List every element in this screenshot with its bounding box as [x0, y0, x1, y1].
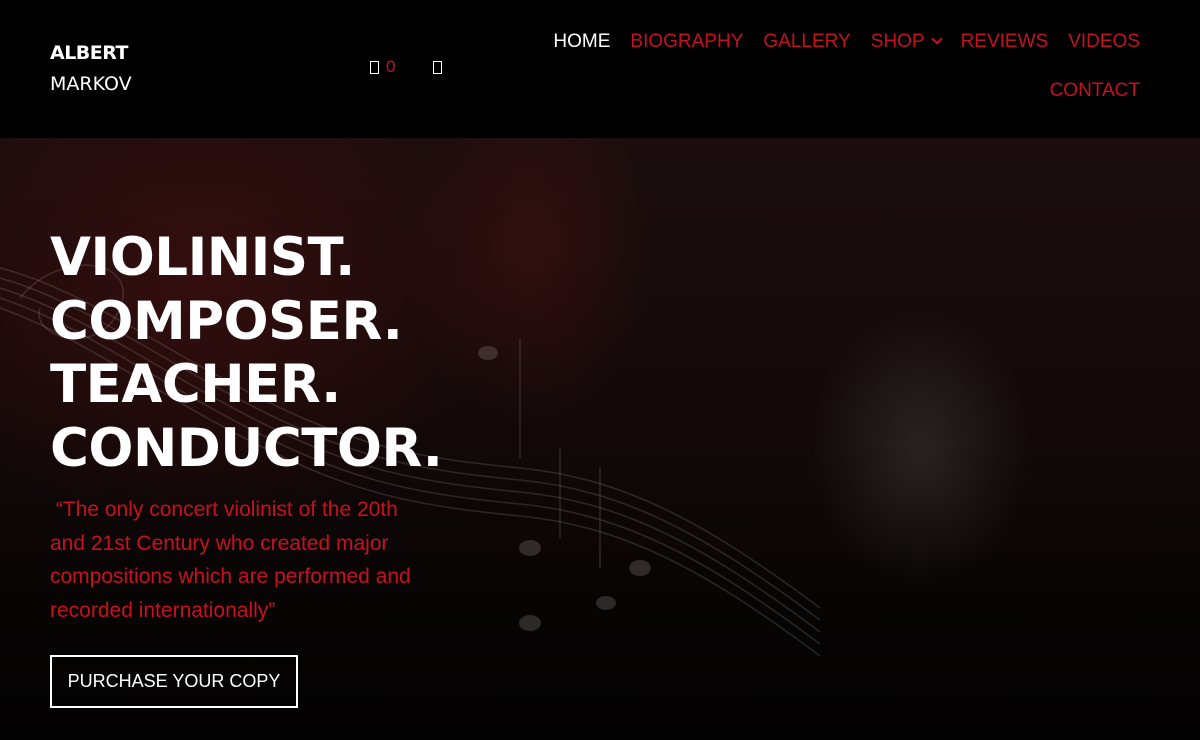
header-icons: 0	[370, 57, 443, 77]
hero-quote: “The only concert violinist of the 20th …	[50, 493, 470, 627]
quote-line: compositions which are performed and	[50, 565, 411, 588]
headline-line: TEACHER.	[50, 354, 341, 415]
purchase-copy-button[interactable]: PURCHASE YOUR COPY	[50, 655, 298, 708]
nav-item-reviews[interactable]: REVIEWS	[961, 30, 1049, 54]
nav-item-gallery[interactable]: GALLERY	[763, 30, 850, 54]
site-logo[interactable]: ALBERT MARKOV	[50, 40, 132, 98]
main-nav: HOME BIOGRAPHY GALLERY SHOP REVIEWS VIDE…	[520, 30, 1140, 103]
nav-item-biography[interactable]: BIOGRAPHY	[630, 30, 743, 54]
headline-line: VIOLINIST.	[50, 227, 355, 288]
cart-button[interactable]: 0	[370, 57, 395, 77]
nav-item-videos[interactable]: VIDEOS	[1068, 30, 1140, 54]
quote-line: and 21st Century who created major	[50, 531, 389, 555]
hero-headline: VIOLINIST. COMPOSER. TEACHER. CONDUCTOR.	[50, 226, 443, 480]
quote-line: recorded internationally”	[50, 598, 276, 622]
nav-item-contact[interactable]: CONTACT	[1050, 79, 1140, 103]
nav-row-secondary: CONTACT	[520, 79, 1140, 103]
logo-last-name: MARKOV	[50, 73, 132, 95]
cart-count: 0	[386, 57, 396, 76]
chevron-down-icon	[930, 33, 943, 45]
nav-item-shop-label: SHOP	[870, 31, 925, 52]
quote-line: “The only concert violinist of the 20th	[50, 498, 398, 521]
nav-item-home[interactable]: HOME	[553, 30, 610, 54]
cart-icon	[370, 60, 379, 74]
headline-line: COMPOSER.	[50, 290, 403, 352]
hero-section: VIOLINIST. COMPOSER. TEACHER. CONDUCTOR.…	[0, 138, 1200, 740]
nav-item-shop[interactable]: SHOP	[870, 30, 943, 54]
site-header: ALBERT MARKOV 0 HOME BIOGRAPHY GALLERY S…	[0, 0, 1200, 138]
search-icon[interactable]	[433, 60, 443, 74]
headline-line: CONDUCTOR.	[50, 417, 443, 479]
logo-first-name: ALBERT	[50, 42, 129, 64]
nav-row-primary: HOME BIOGRAPHY GALLERY SHOP REVIEWS VIDE…	[520, 30, 1140, 54]
